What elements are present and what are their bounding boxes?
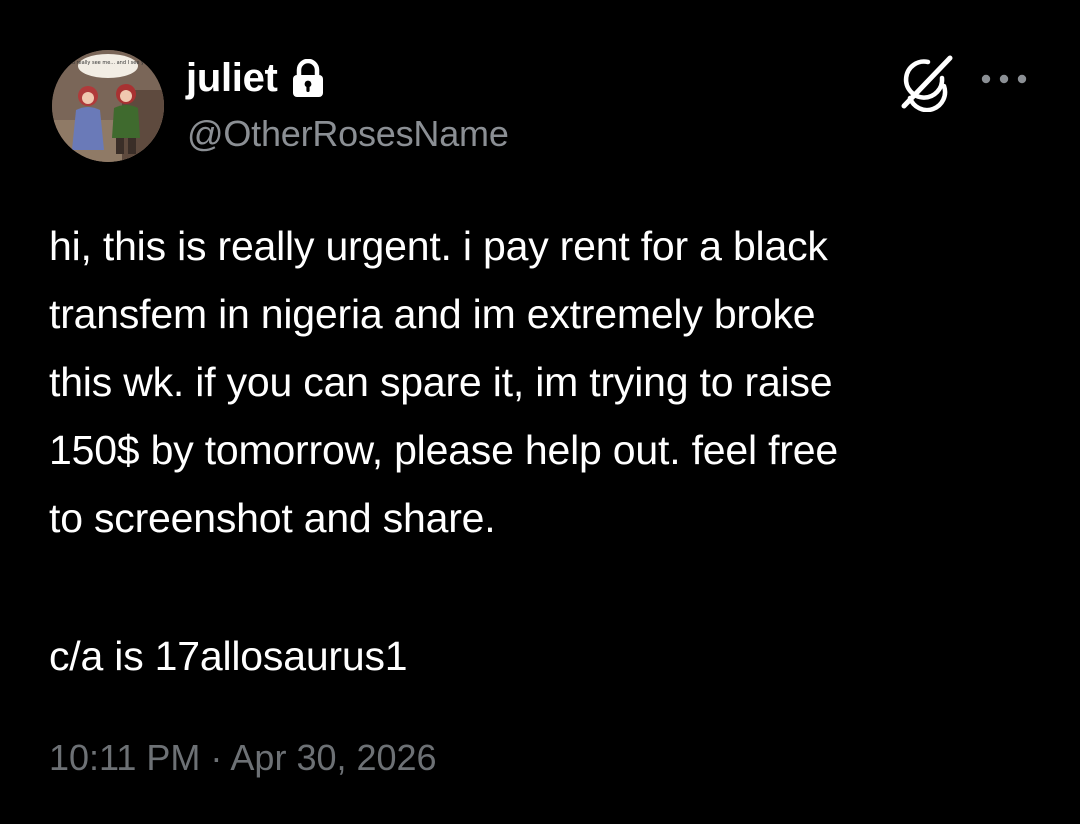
- author-handle[interactable]: @OtherRosesName: [187, 110, 509, 158]
- post-text-line: hi, this is really urgent. i pay rent fo…: [49, 223, 828, 269]
- post-card: you really see me... and I see you julie…: [0, 0, 1080, 824]
- avatar-image: you really see me... and I see you: [52, 50, 164, 162]
- post-text-line: to screenshot and share.: [49, 495, 496, 541]
- avatar[interactable]: you really see me... and I see you: [52, 50, 164, 162]
- grok-icon[interactable]: [896, 52, 956, 113]
- post-text-line: this wk. if you can spare it, im trying …: [49, 359, 833, 405]
- author-name-row: juliet: [186, 52, 326, 104]
- post-text: hi, this is really urgent. i pay rent fo…: [49, 212, 1039, 552]
- post-text-line: transfem in nigeria and im extremely bro…: [49, 291, 816, 337]
- avatar-speech-bubble: you really see me... and I see you: [66, 60, 150, 66]
- lock-icon: [290, 59, 326, 99]
- post-text-line: 150$ by tomorrow, please help out. feel …: [49, 427, 838, 473]
- post-text-footer-line: c/a is 17allosaurus1: [49, 633, 408, 679]
- more-options-icon[interactable]: [976, 64, 1032, 94]
- post-timestamp[interactable]: 10:11 PM · Apr 30, 2026: [49, 732, 437, 784]
- author-display-name[interactable]: juliet: [186, 52, 278, 104]
